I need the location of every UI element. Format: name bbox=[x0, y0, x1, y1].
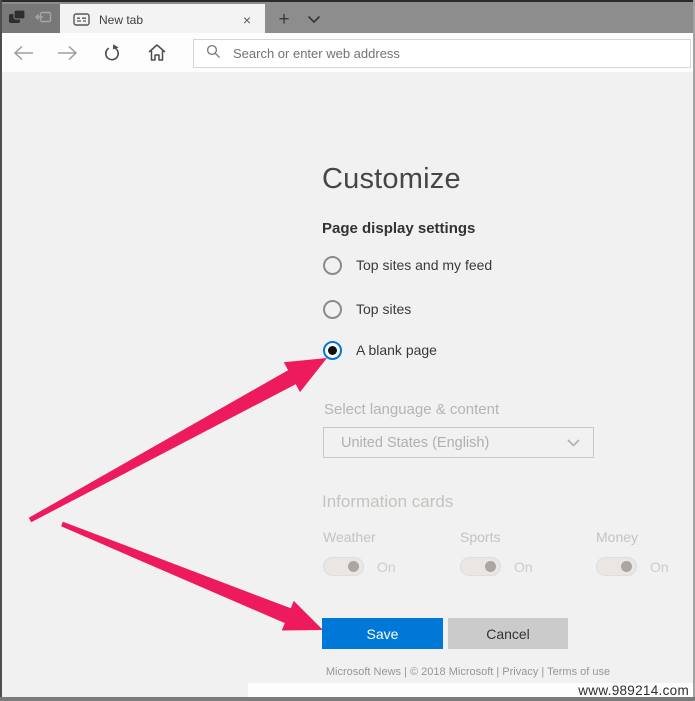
language-dropdown-value: United States (English) bbox=[341, 434, 490, 451]
refresh-icon bbox=[105, 43, 119, 60]
information-cards-heading: Information cards bbox=[322, 492, 454, 511]
save-button[interactable]: Save bbox=[322, 618, 443, 649]
radio-label: Top sites and my feed bbox=[356, 257, 493, 273]
tab-close-icon[interactable]: × bbox=[240, 11, 254, 29]
radio-circle-icon[interactable] bbox=[323, 299, 342, 319]
window-border-left bbox=[0, 0, 2, 701]
money-toggle[interactable] bbox=[596, 557, 637, 576]
chevron-down-icon bbox=[567, 434, 580, 452]
language-dropdown[interactable]: United States (English) bbox=[323, 427, 594, 458]
sports-toggle-row: On bbox=[460, 557, 533, 576]
sports-label: Sports bbox=[460, 529, 501, 545]
radio-top-sites[interactable]: Top sites bbox=[323, 299, 411, 319]
weather-label: Weather bbox=[323, 529, 376, 545]
language-label: Select language & content bbox=[324, 401, 500, 418]
forward-arrow-icon bbox=[57, 45, 77, 60]
tab-list-button[interactable] bbox=[301, 4, 327, 35]
refresh-button[interactable] bbox=[101, 42, 123, 63]
toggle-state-label: On bbox=[650, 558, 669, 575]
home-button[interactable] bbox=[146, 42, 168, 63]
tab-actions-corner bbox=[0, 4, 60, 35]
search-icon bbox=[206, 44, 221, 64]
weather-toggle[interactable] bbox=[323, 557, 364, 576]
money-label: Money bbox=[596, 529, 639, 545]
radio-label: A blank page bbox=[356, 342, 437, 358]
new-tab-button[interactable]: + bbox=[271, 4, 297, 35]
weather-toggle-row: On bbox=[323, 557, 396, 576]
search-input[interactable] bbox=[231, 45, 690, 62]
cancel-button[interactable]: Cancel bbox=[448, 618, 568, 649]
tab-new-tab[interactable]: New tab × bbox=[60, 4, 265, 35]
arrow-to-save-button bbox=[61, 521, 323, 631]
sports-toggle[interactable] bbox=[460, 557, 501, 576]
home-icon bbox=[148, 44, 166, 61]
arrow-to-blank-page-radio bbox=[28, 358, 328, 523]
toggle-state-label: On bbox=[377, 558, 396, 575]
new-tab-page-icon bbox=[73, 13, 90, 26]
edge-window: New tab × + Search or enter web address … bbox=[0, 0, 695, 701]
tab-title: New tab bbox=[99, 12, 144, 27]
radio-circle-icon[interactable] bbox=[323, 255, 342, 275]
money-toggle-row: On bbox=[596, 557, 669, 576]
radio-label: Top sites bbox=[356, 301, 412, 317]
radio-top-sites-and-feed[interactable]: Top sites and my feed bbox=[323, 255, 492, 275]
back-arrow-icon bbox=[13, 45, 33, 60]
footer-links[interactable]: Microsoft News | © 2018 Microsoft | Priv… bbox=[322, 666, 614, 678]
tab-bar: New tab × + bbox=[0, 0, 695, 35]
page-title: Customize bbox=[322, 163, 461, 195]
display-settings-heading: Page display settings bbox=[322, 220, 476, 237]
address-bar[interactable] bbox=[193, 39, 691, 68]
radio-blank-page[interactable]: A blank page bbox=[323, 340, 437, 360]
watermark: www.989214.com bbox=[578, 683, 689, 698]
window-border-bottom bbox=[0, 697, 695, 701]
forward-button[interactable] bbox=[56, 42, 78, 63]
toggle-state-label: On bbox=[514, 558, 533, 575]
tabs-set-aside-icon[interactable] bbox=[8, 9, 26, 30]
radio-selected-icon[interactable] bbox=[323, 340, 342, 360]
chevron-down-icon bbox=[307, 11, 321, 29]
plus-icon: + bbox=[278, 9, 290, 30]
navigation-bar bbox=[0, 33, 695, 72]
tabs-preview-icon[interactable] bbox=[35, 10, 52, 29]
back-button[interactable] bbox=[12, 42, 34, 63]
